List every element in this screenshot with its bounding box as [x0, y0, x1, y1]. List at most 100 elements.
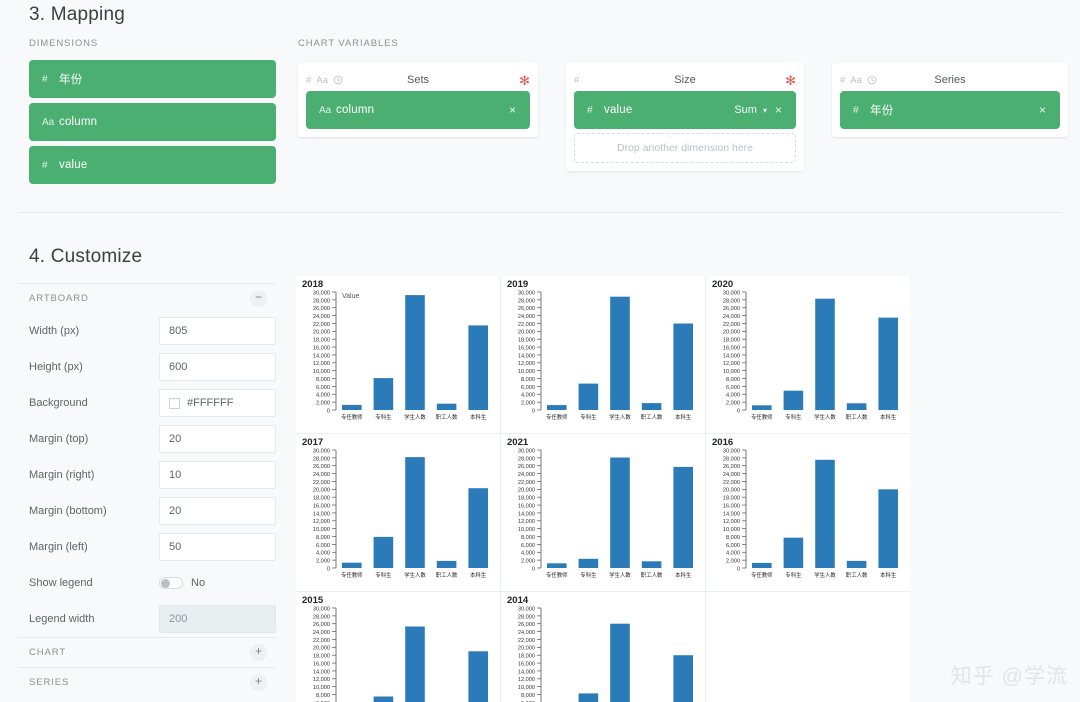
- dimension-chip-年份[interactable]: # 年份: [29, 60, 276, 98]
- chart-variable-card-series[interactable]: # Aa Series # 年份 ×: [832, 63, 1068, 137]
- bar[interactable]: 学生人数: 25300: [405, 626, 425, 702]
- bar[interactable]: 职工人数: 1700: [846, 403, 867, 410]
- svg-text:8,000: 8,000: [521, 693, 535, 699]
- svg-text:12,000: 12,000: [313, 361, 330, 367]
- toggle-switch[interactable]: [159, 577, 183, 589]
- svg-text:职工人数: 职工人数: [641, 413, 663, 421]
- bar[interactable]: 学生人数: 27500: [815, 459, 835, 568]
- bar[interactable]: 专任教师: 1250: [547, 405, 567, 410]
- section-label: ARTBOARD: [29, 293, 89, 304]
- svg-text:14,000: 14,000: [313, 511, 330, 517]
- bar[interactable]: 专任教师: 1300: [342, 404, 362, 410]
- bar[interactable]: 专科生: 2350: [578, 558, 599, 568]
- facet-2019[interactable]: 2019 0 2,000 4,000 6,000 8,000 10,000 12,000 14,…: [501, 276, 706, 434]
- input-margin-right[interactable]: 10: [159, 461, 276, 489]
- toggle-knob: [161, 579, 170, 588]
- svg-text:20,000: 20,000: [313, 646, 330, 652]
- svg-text:14,000: 14,000: [518, 669, 535, 675]
- input-margin-left[interactable]: 50: [159, 533, 276, 561]
- bar[interactable]: 学生人数: 28800: [610, 296, 630, 410]
- facet-2018[interactable]: 2018 0 2,000 4,000 6,000 8,000 10,000 12,000 14,…: [296, 276, 501, 434]
- bar[interactable]: 专科生: 6700: [578, 383, 599, 410]
- bar[interactable]: 专任教师: 1300: [752, 562, 772, 568]
- facet-2020[interactable]: 2020 0 2,000 4,000 6,000 8,000 10,000 12,000 14,…: [706, 276, 910, 434]
- variable-chip-column[interactable]: Aa column ×: [306, 91, 530, 129]
- bar[interactable]: 本科生: 18000: [673, 655, 693, 702]
- bar[interactable]: 专科生: 7900: [373, 536, 394, 568]
- bar[interactable]: 专科生: 8300: [578, 693, 599, 702]
- facet-2021[interactable]: 2021 0 2,000 4,000 6,000 8,000 10,000 12,000 14,…: [501, 434, 706, 592]
- bar[interactable]: 本科生: 19000: [468, 651, 488, 702]
- variable-chip-value[interactable]: # value Sum ▾ ×: [574, 91, 796, 129]
- svg-text:本科生: 本科生: [880, 571, 897, 579]
- show-legend-toggle[interactable]: No: [159, 577, 276, 589]
- bar[interactable]: 职工人数: 1800: [436, 560, 457, 568]
- bar[interactable]: 专任教师: 1200: [752, 405, 772, 410]
- bar[interactable]: 本科生: 25700: [673, 466, 693, 568]
- remove-variable-icon[interactable]: ×: [775, 103, 786, 117]
- bar[interactable]: 专科生: 8100: [373, 378, 394, 410]
- facet-2015[interactable]: 201502,0004,0006,0008,00010,00012,00014,…: [296, 592, 501, 702]
- remove-variable-icon[interactable]: ×: [509, 103, 520, 117]
- customize-section-artboard[interactable]: ARTBOARD −: [18, 283, 276, 313]
- customize-section-series[interactable]: SERIES +: [18, 667, 276, 697]
- chevron-down-icon[interactable]: ▾: [763, 106, 775, 115]
- variable-chip-年份[interactable]: # 年份 ×: [840, 91, 1060, 129]
- field-row: Margin (top) 20: [18, 421, 276, 457]
- bar[interactable]: 职工人数: 1700: [641, 561, 662, 568]
- color-swatch-icon[interactable]: [169, 397, 180, 409]
- svg-text:14,000: 14,000: [313, 353, 330, 359]
- bar[interactable]: 专科生: 7700: [783, 537, 804, 568]
- bar[interactable]: 专任教师: 1200: [547, 563, 567, 568]
- svg-text:16,000: 16,000: [313, 345, 330, 351]
- input-margin-top[interactable]: 20: [159, 425, 276, 453]
- facet-2014[interactable]: 201402,0004,0006,0008,00010,00012,00014,…: [501, 592, 706, 702]
- svg-text:18,000: 18,000: [313, 654, 330, 660]
- bar[interactable]: 专科生: 4900: [783, 390, 804, 410]
- input-margin-bottom[interactable]: 20: [159, 497, 276, 525]
- bar[interactable]: 学生人数: 28200: [405, 457, 425, 568]
- svg-text:22,000: 22,000: [518, 480, 535, 486]
- svg-text:本科生: 本科生: [470, 571, 487, 579]
- bar[interactable]: 本科生: 22000: [673, 323, 693, 411]
- bar[interactable]: 职工人数: 1800: [846, 560, 867, 568]
- bar[interactable]: 学生人数: 28300: [815, 298, 835, 410]
- dropzone[interactable]: Drop another dimension here: [574, 133, 796, 163]
- bar[interactable]: 本科生: 20000: [878, 489, 898, 568]
- svg-text:专任教师: 专任教师: [546, 413, 568, 421]
- bar[interactable]: 专科生: 7500: [373, 696, 394, 702]
- bar[interactable]: 职工人数: 1750: [641, 403, 662, 410]
- bar[interactable]: 学生人数: 28100: [610, 457, 630, 569]
- svg-text:22,000: 22,000: [518, 322, 535, 328]
- facet-2016[interactable]: 2016 0 2,000 4,000 6,000 8,000 10,000 12,000 14,…: [706, 434, 910, 592]
- bar[interactable]: 本科生: 21500: [468, 325, 488, 410]
- svg-text:28,000: 28,000: [313, 298, 330, 304]
- bar[interactable]: 学生人数: 26000: [610, 623, 630, 702]
- bar[interactable]: 职工人数: 1600: [436, 403, 457, 410]
- svg-text:26,000: 26,000: [518, 306, 535, 312]
- customize-section-chart[interactable]: CHART +: [18, 637, 276, 667]
- svg-text:12,000: 12,000: [518, 677, 535, 683]
- remove-variable-icon[interactable]: ×: [1039, 103, 1050, 117]
- expand-toggle-icon[interactable]: +: [250, 644, 267, 661]
- background-color-field[interactable]: #FFFFFF: [159, 389, 276, 417]
- bar[interactable]: 专任教师: 1350: [342, 562, 362, 568]
- chart-variable-card-sets[interactable]: # Aa Sets ✻ Aa column ×: [298, 63, 538, 137]
- chart-variable-card-size[interactable]: # Size ✻ # value Sum ▾ × Drop another dimension …: [566, 63, 804, 171]
- dimension-chip-column[interactable]: Aa column: [29, 103, 276, 141]
- input-height-px[interactable]: 600: [159, 353, 276, 381]
- field-row: Legend width 200: [18, 601, 276, 637]
- input-width-px[interactable]: 805: [159, 317, 276, 345]
- expand-toggle-icon[interactable]: +: [250, 674, 267, 691]
- aggregation-label[interactable]: Sum: [734, 104, 763, 116]
- dimension-chip-value[interactable]: # value: [29, 146, 276, 184]
- field-row: Margin (right) 10: [18, 457, 276, 493]
- bar[interactable]: 学生人数: 29200: [405, 295, 425, 410]
- facet-2017[interactable]: 2017 0 2,000 4,000 6,000 8,000 10,000 12,000 14,…: [296, 434, 501, 592]
- facet-year-label: 2021: [507, 437, 529, 448]
- collapse-toggle-icon[interactable]: −: [250, 290, 267, 307]
- facet-year-label: 2017: [302, 437, 324, 448]
- chart-preview-grid[interactable]: 2018 0 2,000 4,000 6,000 8,000 10,000 12,000 14,…: [296, 276, 910, 702]
- bar[interactable]: 本科生: 23500: [878, 317, 898, 410]
- bar[interactable]: 本科生: 20300: [468, 488, 488, 568]
